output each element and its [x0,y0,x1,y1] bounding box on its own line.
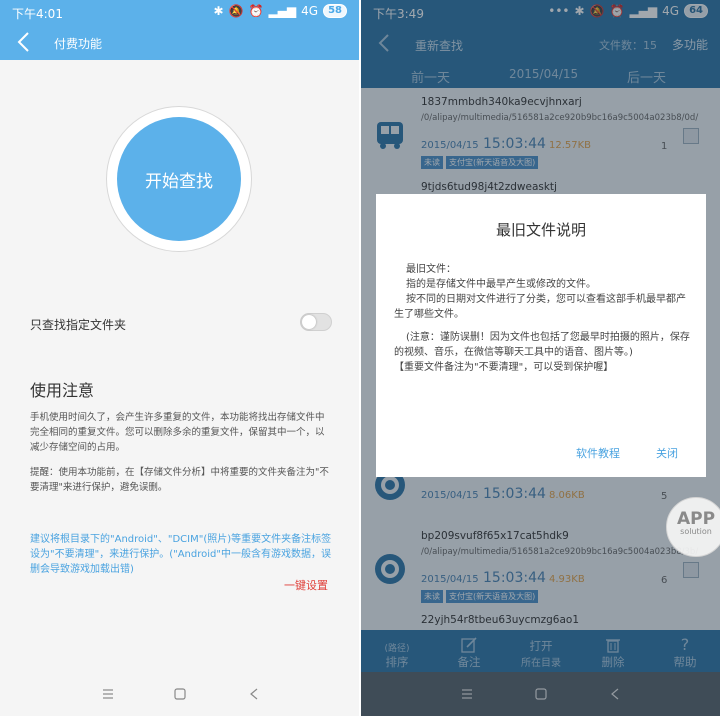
mute-icon: 🔕 [228,4,244,18]
left-screen: 下午4:01 ✱ 🔕 ⏰ ▂▄▆ 4G 58 付费功能 开始查找 只查找指定文件… [0,0,359,716]
home-icon[interactable] [172,686,188,702]
right-screen: 下午3:49 ••• ✱ 🔕 ⏰ ▂▄▆ 4G 64 重新查找 文件数：15 多… [361,0,720,716]
bluetooth-icon: ✱ [213,4,224,18]
folder-only-toggle[interactable] [300,313,332,331]
notice-tip: 提醒：使用本功能前，在【存储文件分析】中将重要的文件夹备注为"不要清理"来进行保… [30,467,329,493]
alarm-icon: ⏰ [248,4,264,18]
nav-bar [0,672,359,716]
suggestion-text: 建议将根目录下的"Android"、"DCIM"(照片)等重要文件夹备注标签设为… [30,534,332,575]
one-key-setting-link[interactable]: 一键设置 [284,577,328,593]
status-time: 下午4:01 [12,7,63,21]
notice-text: 手机使用时间久了，会产生许多重复的文件，本功能将找出存储文件中完全相同的重复文件… [30,412,325,453]
notice-title: 使用注意 [30,381,95,400]
folder-only-label: 只查找指定文件夹 [30,318,127,332]
battery-icon: 58 [323,4,347,18]
oldest-files-dialog: 最旧文件说明 最旧文件： 指的是存储文件中最早产生或修改的文件。 按不同的日期对… [376,194,706,477]
dialog-title: 最旧文件说明 [495,221,586,239]
start-search-button[interactable]: 开始查找 [117,117,241,241]
signal-icon: ▂▄▆ [268,4,297,18]
network-type: 4G [301,4,319,18]
watermark-logo: APP solution [666,497,720,557]
close-button[interactable]: 关闭 [656,445,678,461]
menu-icon[interactable] [100,686,116,702]
dialog-body: 最旧文件： 指的是存储文件中最早产生或修改的文件。 按不同的日期对文件进行了分类… [394,264,690,373]
status-bar: 下午4:01 ✱ 🔕 ⏰ ▂▄▆ 4G 58 [0,0,359,24]
back-arrow-icon[interactable] [14,31,34,53]
tutorial-button[interactable]: 软件教程 [576,445,620,461]
page-title: 付费功能 [54,37,103,51]
back-icon[interactable] [246,686,262,702]
